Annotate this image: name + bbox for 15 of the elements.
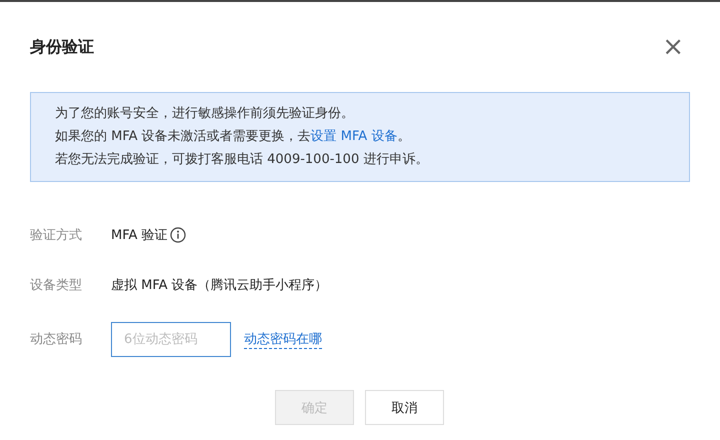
field-label: 验证方式 xyxy=(30,227,83,244)
dialog-title: 身份验证 xyxy=(30,36,94,58)
cancel-button[interactable]: 取消 xyxy=(365,390,444,425)
info-icon[interactable] xyxy=(170,227,186,243)
field-value: MFA 验证 xyxy=(111,227,168,244)
field-label: 设备类型 xyxy=(30,277,83,294)
notice-text: 若您无法完成验证，可拨打客服电话 4009-100-100 进行申诉。 xyxy=(55,151,430,169)
password-field[interactable]: 6位动态密码 xyxy=(111,322,231,356)
setup-link[interactable]: 设置 MFA 设备 xyxy=(310,129,398,144)
close-button[interactable]: × xyxy=(656,34,690,60)
field-label: 动态密码 xyxy=(30,331,83,348)
help-link[interactable]: 动态密码在哪 xyxy=(244,330,322,348)
notice-text: 如果您的 MFA 设备未激活或者需要更换，去设置 MFA 设备。 xyxy=(55,128,412,146)
notice-text: 为了您的账号安全，进行敏感操作前须先验证身份。 xyxy=(55,105,355,123)
field-value: 虚拟 MFA 设备（腾讯云助手小程序） xyxy=(111,277,328,294)
